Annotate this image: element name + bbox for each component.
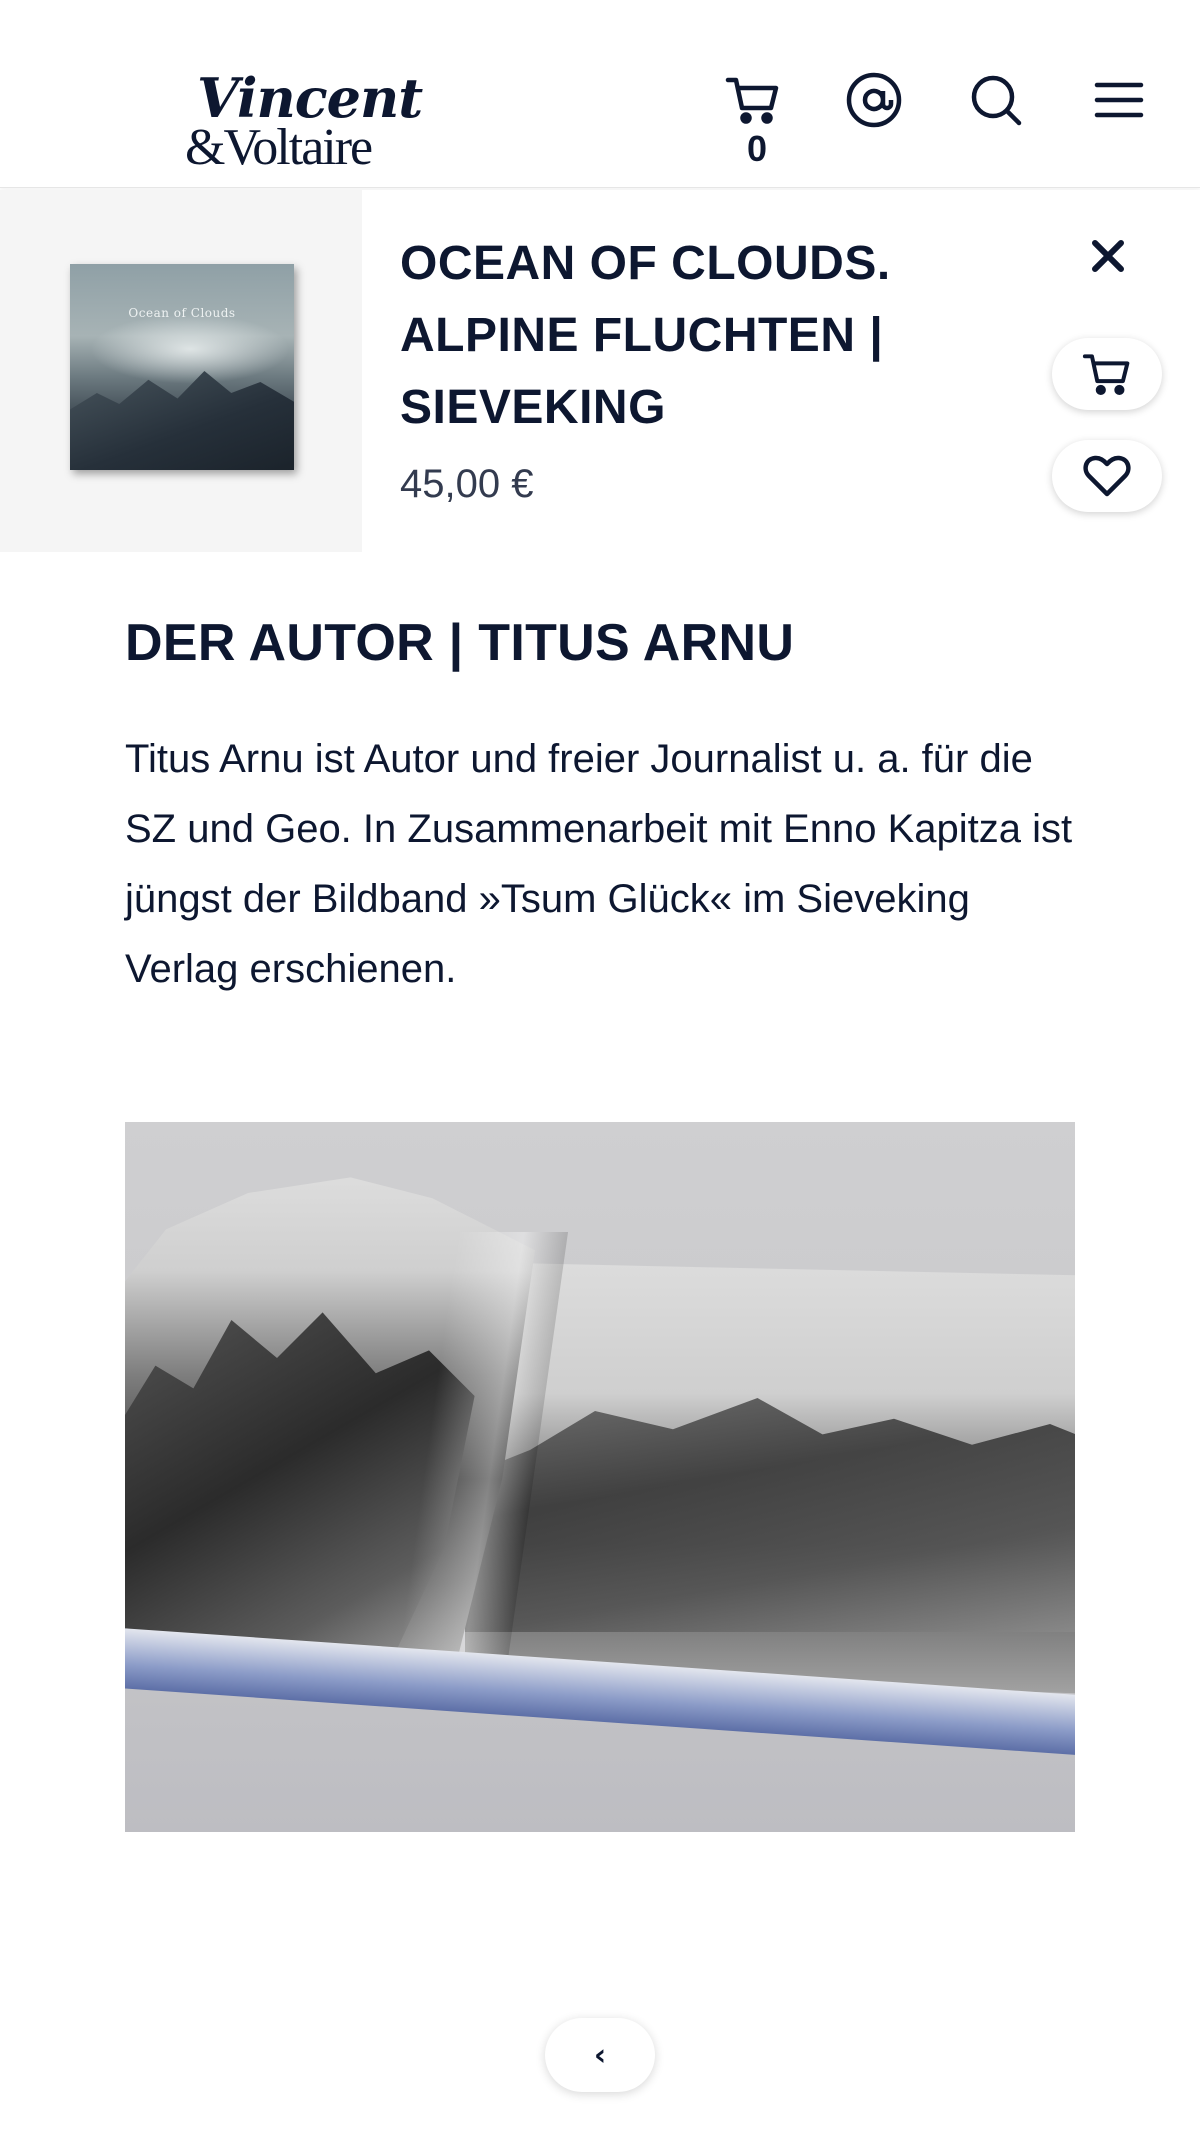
close-icon (1092, 240, 1124, 272)
product-thumbnail[interactable]: Ocean of Clouds (70, 264, 294, 470)
search-button[interactable] (966, 70, 1026, 130)
menu-button[interactable] (1089, 70, 1149, 130)
account-button[interactable] (844, 70, 904, 130)
author-bio: Titus Arnu ist Autor und freier Journali… (125, 737, 1073, 991)
cart-count: 0 (746, 128, 768, 169)
product-title: OCEAN OF CLOUDS. ALPINE FLUCHTEN | SIEVE… (400, 237, 891, 434)
close-button[interactable] (1080, 228, 1136, 284)
cart-button[interactable] (723, 70, 783, 130)
product-price: 45,00 € (400, 462, 534, 506)
product-summary: Ocean of Clouds OCEAN OF CLOUDS. ALPINE … (0, 190, 1200, 552)
cart-icon (725, 77, 779, 124)
search-icon (971, 75, 1022, 126)
product-thumbnail-container: Ocean of Clouds (0, 190, 362, 552)
back-button[interactable]: ‹ (545, 2018, 655, 2092)
logo-line-2: &Voltaire (185, 119, 373, 176)
wishlist-button[interactable] (1052, 440, 1162, 512)
chevron-left-icon: ‹ (593, 2037, 607, 2073)
cart-icon (1082, 354, 1130, 396)
author-heading: DER AUTOR | TITUS ARNU (125, 614, 795, 672)
site-header: Vincent &Voltaire 0 (0, 0, 1200, 188)
thumbnail-mist (90, 314, 290, 384)
menu-icon (1094, 82, 1144, 118)
thumbnail-title: Ocean of Clouds (128, 306, 236, 320)
add-to-cart-button[interactable] (1052, 338, 1162, 410)
account-icon (846, 72, 902, 128)
heart-icon (1083, 455, 1131, 497)
brand-logo[interactable]: Vincent &Voltaire (185, 68, 423, 178)
book-photo (125, 1122, 1075, 1832)
